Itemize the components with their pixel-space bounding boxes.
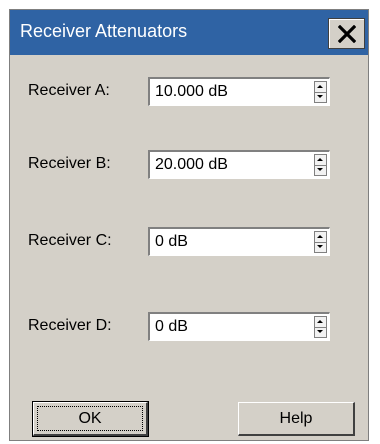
help-button[interactable]: Help [238, 402, 355, 436]
close-button[interactable] [328, 18, 365, 49]
help-button-label: Help [279, 410, 313, 427]
receiver-a-input[interactable]: 10.000 dB [148, 77, 330, 106]
spin-down-arrow-icon[interactable] [315, 242, 326, 252]
receiver-c-label: Receiver C: [28, 232, 112, 249]
close-icon [338, 25, 356, 43]
receiver-b-spinner[interactable] [314, 154, 327, 176]
receiver-a-label: Receiver A: [28, 82, 110, 99]
receiver-d-spinner[interactable] [314, 316, 327, 338]
receiver-b-input[interactable]: 20.000 dB [148, 150, 330, 179]
receiver-attenuators-dialog: Receiver Attenuators Receiver A: 10.000 … [9, 9, 369, 441]
focus-ring [37, 406, 143, 431]
receiver-d-input[interactable]: 0 dB [148, 312, 330, 341]
title-bar: Receiver Attenuators [10, 10, 368, 55]
receiver-a-value: 10.000 dB [155, 83, 228, 100]
window-title: Receiver Attenuators [20, 21, 188, 41]
receiver-b-value: 20.000 dB [155, 156, 228, 173]
receiver-c-input[interactable]: 0 dB [148, 227, 330, 256]
spin-down-arrow-icon[interactable] [315, 92, 326, 102]
receiver-d-value: 0 dB [155, 318, 188, 335]
receiver-a-spinner[interactable] [314, 81, 327, 103]
receiver-b-label: Receiver B: [28, 155, 111, 172]
spin-down-arrow-icon[interactable] [315, 327, 326, 337]
ok-button[interactable]: OK [32, 401, 149, 437]
receiver-c-value: 0 dB [155, 233, 188, 250]
receiver-c-spinner[interactable] [314, 231, 327, 253]
receiver-d-label: Receiver D: [28, 317, 112, 334]
spin-down-arrow-icon[interactable] [315, 165, 326, 175]
